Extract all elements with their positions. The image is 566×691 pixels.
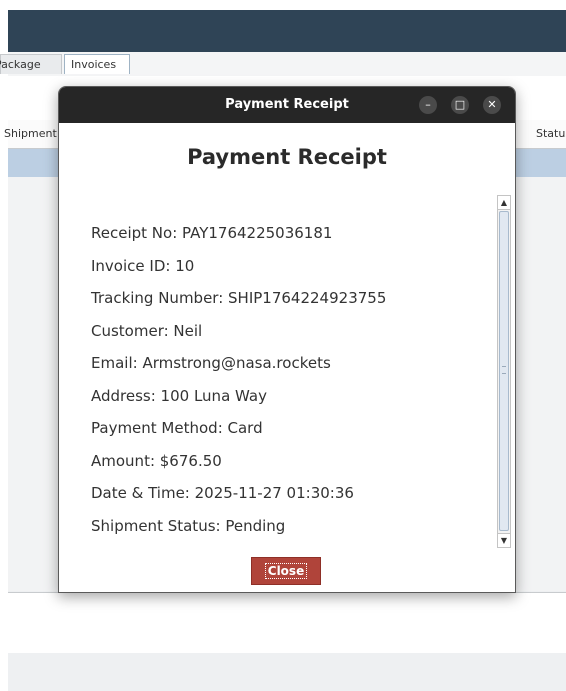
scrollbar-thumb[interactable] bbox=[499, 211, 509, 531]
arrow-up-icon[interactable]: ▲ bbox=[498, 196, 510, 210]
tracking-number-line: Tracking Number: SHIP1764224923755 bbox=[91, 289, 387, 307]
shipment-status-line: Shipment Status: Pending bbox=[91, 517, 286, 535]
payment-receipt-dialog: Payment Receipt – □ ✕ Payment Receipt Re… bbox=[58, 86, 516, 593]
column-header-status[interactable]: Status bbox=[536, 120, 566, 148]
vertical-scrollbar[interactable]: ▲ ▼ bbox=[497, 195, 511, 548]
close-button-label: Close bbox=[264, 563, 308, 579]
receipt-number-line: Receipt No: PAY1764225036181 bbox=[91, 224, 333, 242]
amount-line: Amount: $676.50 bbox=[91, 452, 222, 470]
close-button[interactable]: Close bbox=[251, 557, 321, 585]
close-icon[interactable]: ✕ bbox=[483, 96, 501, 114]
email-line: Email: Armstrong@nasa.rockets bbox=[91, 354, 331, 372]
minimize-icon[interactable]: – bbox=[419, 96, 437, 114]
address-line: Address: 100 Luna Way bbox=[91, 387, 267, 405]
invoice-id-line: Invoice ID: 10 bbox=[91, 257, 195, 275]
app-title-bar bbox=[8, 10, 566, 52]
column-header-shipment[interactable]: Shipment bbox=[4, 120, 57, 148]
bottom-panel bbox=[8, 592, 566, 654]
tab-package[interactable]: Package bbox=[0, 54, 62, 74]
dialog-window-title: Payment Receipt bbox=[225, 97, 349, 112]
tab-invoices[interactable]: Invoices bbox=[64, 54, 130, 74]
bottom-strip bbox=[8, 653, 566, 691]
grip-icon bbox=[502, 366, 506, 374]
payment-method-line: Payment Method: Card bbox=[91, 419, 263, 437]
date-time-line: Date & Time: 2025-11-27 01:30:36 bbox=[91, 484, 354, 502]
maximize-icon[interactable]: □ bbox=[451, 96, 469, 114]
receipt-heading: Payment Receipt bbox=[187, 145, 387, 169]
customer-line: Customer: Neil bbox=[91, 322, 203, 340]
arrow-down-icon[interactable]: ▼ bbox=[498, 533, 510, 547]
